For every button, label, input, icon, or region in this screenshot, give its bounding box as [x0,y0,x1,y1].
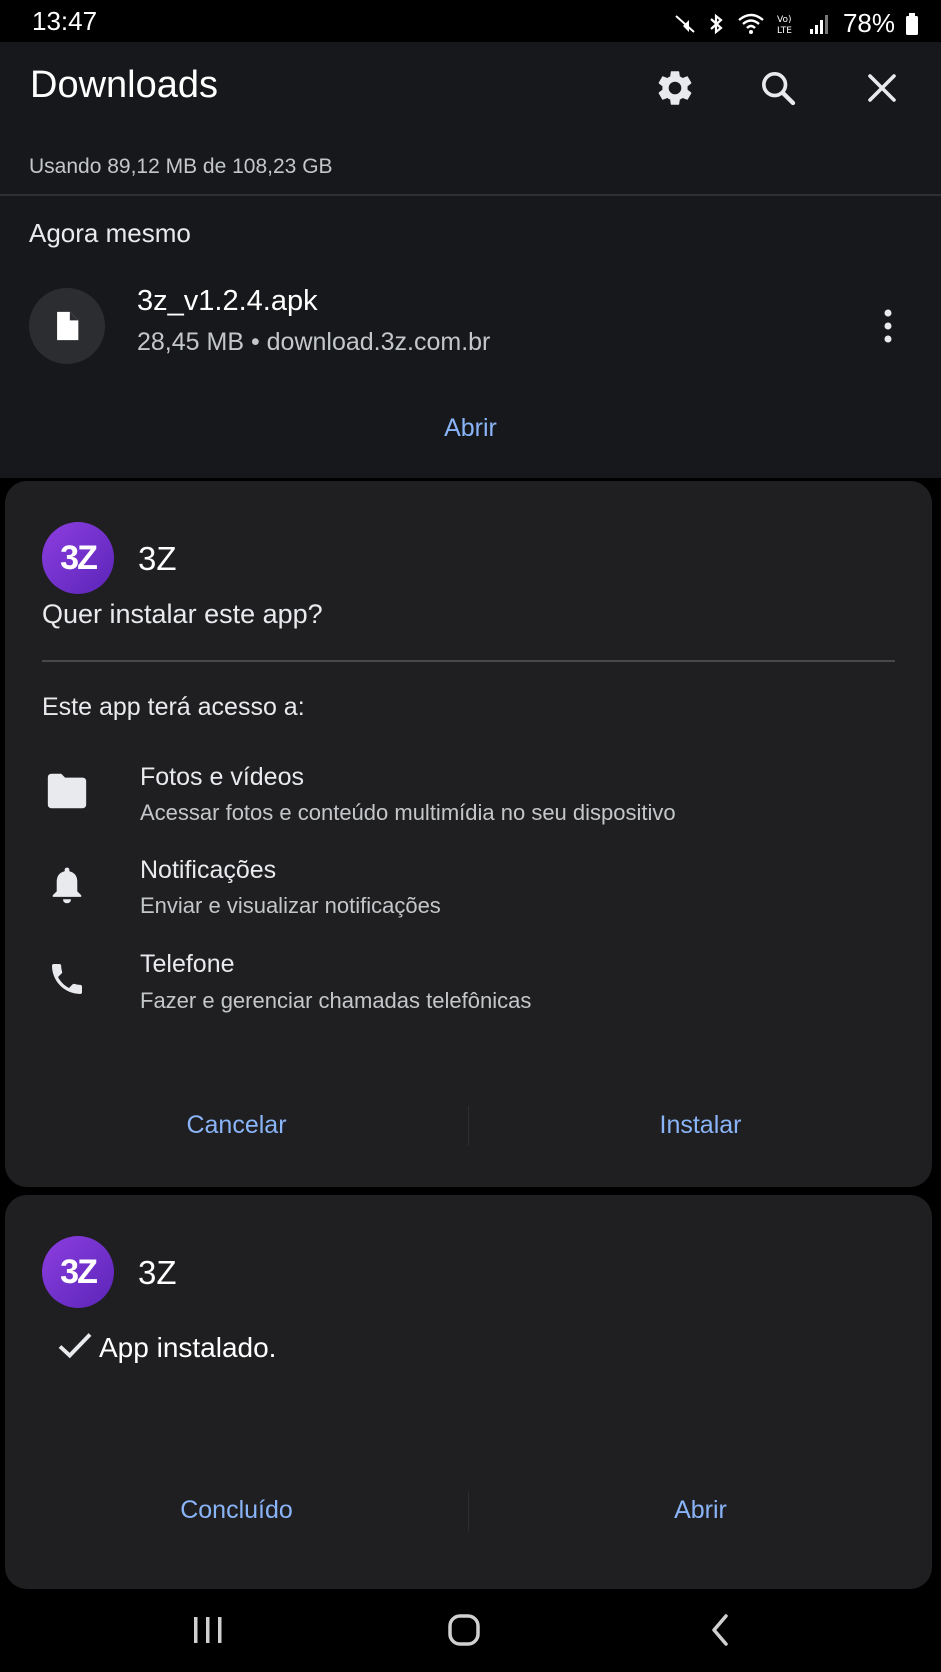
permission-title: Fotos e vídeos [140,763,304,791]
installed-status: App instalado. [57,1329,276,1366]
recent-apps-icon[interactable] [178,1607,238,1653]
installed-dialog: 3Z 3Z App instalado. Concluído Abrir [5,1195,932,1589]
bluetooth-icon [707,12,727,36]
check-icon [57,1329,93,1366]
settings-gear-icon[interactable] [653,66,697,110]
signal-icon [809,12,831,36]
open-app-button[interactable]: Abrir [469,1496,932,1525]
mute-icon [673,12,697,36]
navigation-bar [0,1589,941,1672]
download-file-meta: 28,45 MB • download.3z.com.br [137,328,491,356]
status-bar: 13:47 Vo) LTE 78% [0,0,941,42]
svg-text:LTE: LTE [777,26,792,36]
svg-text:Vo): Vo) [777,15,791,25]
home-icon[interactable] [434,1607,494,1653]
volte-icon: Vo) LTE [775,12,799,36]
permission-description: Fazer e gerenciar chamadas telefônicas [140,988,532,1013]
app-name: 3Z [138,540,177,577]
app-logo: 3Z [42,522,114,594]
storage-usage: Usando 89,12 MB de 108,23 GB [29,155,333,178]
search-icon[interactable] [756,66,800,110]
more-options-icon[interactable] [872,304,904,348]
open-download-button[interactable]: Abrir [0,414,941,443]
bell-icon [42,860,92,910]
battery-icon [905,12,919,36]
back-icon[interactable] [690,1607,750,1653]
access-title: Este app terá acesso a: [42,693,305,721]
permission-description: Enviar e visualizar notificações [140,893,441,918]
installed-message: App instalado. [99,1331,277,1363]
permission-description: Acessar fotos e conteúdo multimídia no s… [140,800,676,825]
cancel-button[interactable]: Cancelar [5,1111,468,1140]
file-icon [29,288,105,364]
app-logo: 3Z [42,1236,114,1308]
download-file-name[interactable]: 3z_v1.2.4.apk [137,285,318,318]
folder-icon [42,766,92,816]
page-title: Downloads [30,64,218,106]
downloads-page: Downloads Usando 89,12 MB de 108,23 GB A… [0,42,941,478]
install-button[interactable]: Instalar [469,1111,932,1140]
permission-title: Telefone [140,950,235,978]
done-button[interactable]: Concluído [5,1496,468,1525]
permission-title: Notificações [140,856,277,884]
status-time: 13:47 [32,6,98,36]
install-dialog: 3Z 3Z Quer instalar este app? Este app t… [5,481,932,1187]
section-header: Agora mesmo [29,218,191,248]
divider [0,194,941,196]
divider [42,660,895,662]
battery-percent: 78% [842,8,895,38]
install-question: Quer instalar este app? [42,599,323,629]
app-name: 3Z [138,1254,177,1291]
phone-icon [42,954,92,1004]
status-icons: Vo) LTE 78% [673,8,919,39]
wifi-icon [737,12,765,36]
close-icon[interactable] [860,66,904,110]
